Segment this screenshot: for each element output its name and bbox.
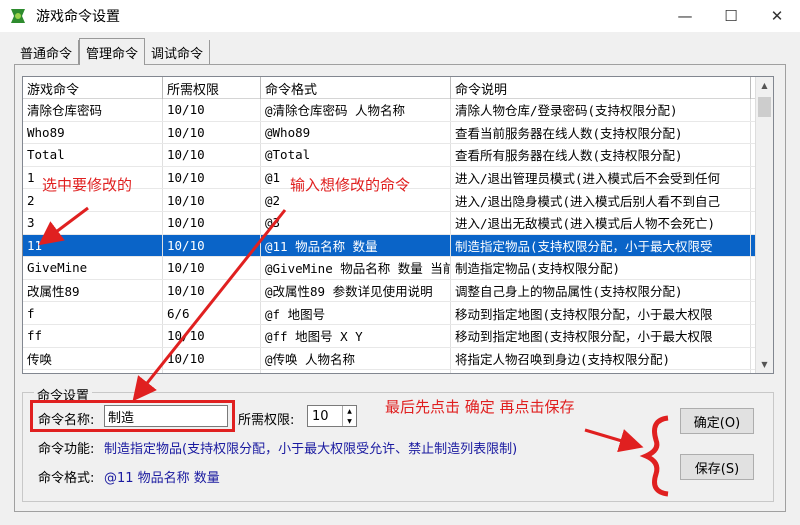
highlight-box: [30, 400, 235, 432]
table-cell: 3: [23, 211, 163, 234]
permission-stepper[interactable]: 10 ▲ ▼: [307, 405, 357, 427]
table-row[interactable]: 改属性89 10/10 @改属性89 参数详见使用说明 调整自己身上的物品属性(支持权…: [23, 279, 773, 303]
table-cell: 10/10: [163, 189, 261, 211]
table-cell: @Who89: [261, 121, 451, 144]
column-header-description[interactable]: 命令说明: [451, 77, 751, 99]
table-cell: 10/10: [163, 121, 261, 144]
table-cell: 10/10: [163, 370, 261, 373]
app-icon: [11, 9, 25, 23]
column-header-permission[interactable]: 所需权限: [163, 77, 261, 99]
window-title: 游戏命令设置: [36, 9, 120, 25]
table-cell: 跟踪指定人物(支持权限分配): [451, 370, 751, 373]
table-cell: 10/10: [163, 99, 261, 121]
function-value: 制造指定物品(支持权限分配，小于最大权限受允许、禁止制造列表限制): [104, 442, 518, 457]
table-cell: @改属性89 参数详见使用说明: [261, 279, 451, 302]
table-cell: @跟踪 人物名称: [261, 370, 451, 373]
table-cell: 传唤: [23, 347, 163, 370]
scroll-thumb[interactable]: [758, 97, 771, 117]
table-cell: 11: [23, 234, 163, 257]
ok-button[interactable]: 确定(O): [680, 408, 754, 434]
table-cell: 移动到指定地图(支持权限分配，小于最大权限: [451, 302, 751, 324]
table-cell: 10/10: [163, 279, 261, 302]
spin-down-icon[interactable]: ▼: [347, 418, 352, 425]
title-bar: 游戏命令设置 — ☐ ✕: [0, 0, 800, 32]
table-row[interactable]: 11 10/10 @11 物品名称 数量 制造指定物品(支持权限分配，小于最大权限受: [23, 234, 773, 258]
annotation-input: 输入想修改的命令: [290, 176, 411, 194]
table-row[interactable]: GiveMine 10/10 @GiveMine 物品名称 数量 当前 制造指定物品(…: [23, 257, 773, 280]
list-body: 清除仓库密码 10/10 @清除仓库密码 人物名称 清除人物仓库/登录密码(支持权限分…: [23, 99, 773, 373]
column-header-command[interactable]: 游戏命令: [23, 77, 163, 99]
table-cell: f: [23, 302, 163, 324]
table-cell: 制造指定物品(支持权限分配): [451, 257, 751, 279]
table-cell: 移动到指定地图(支持权限分配，小于最大权限: [451, 324, 751, 347]
table-cell: 清除仓库密码: [23, 99, 163, 121]
table-cell: 进入/退出隐身模式(进入模式后别人看不到自己: [451, 189, 751, 211]
spin-up-icon[interactable]: ▲: [347, 408, 352, 415]
table-cell: 查看当前服务器在线人数(支持权限分配): [451, 121, 751, 144]
vertical-scrollbar[interactable]: ▲ ▼: [755, 77, 773, 373]
table-cell: 10/10: [163, 257, 261, 279]
column-header-format[interactable]: 命令格式: [261, 77, 451, 99]
table-cell: 10/10: [163, 211, 261, 234]
table-cell: @传唤 人物名称: [261, 347, 451, 370]
format-label: 命令格式:: [38, 471, 95, 486]
minimize-button[interactable]: —: [662, 0, 708, 32]
table-cell: 进入/退出管理员模式(进入模式后不会受到任何: [451, 166, 751, 189]
table-row[interactable]: 3 10/10 @3 进入/退出无敌模式(进入模式后人物不会死亡): [23, 211, 773, 235]
table-cell: 制造指定物品(支持权限分配，小于最大权限受: [451, 234, 751, 257]
table-row[interactable]: Who89 10/10 @Who89 查看当前服务器在线人数(支持权限分配): [23, 121, 773, 145]
maximize-button[interactable]: ☐: [708, 0, 754, 32]
table-cell: 10/10: [163, 166, 261, 189]
table-cell: @清除仓库密码 人物名称: [261, 99, 451, 121]
format-value: @11 物品名称 数量: [104, 471, 220, 486]
table-cell: Who89: [23, 121, 163, 144]
permission-value: 10: [312, 408, 329, 424]
table-row[interactable]: 跟踪10/10@跟踪 人物名称跟踪指定人物(支持权限分配): [23, 370, 773, 373]
scroll-up-arrow-icon[interactable]: ▲: [756, 77, 773, 94]
table-cell: 10/10: [163, 347, 261, 370]
list-header: 游戏命令 所需权限 命令格式 命令说明: [23, 77, 773, 99]
table-cell: 查看所有服务器在线人数(支持权限分配): [451, 144, 751, 166]
table-cell: 10/10: [163, 324, 261, 347]
scroll-down-arrow-icon[interactable]: ▼: [756, 356, 773, 373]
table-cell: 将指定人物召唤到身边(支持权限分配): [451, 347, 751, 370]
table-cell: 10/10: [163, 234, 261, 257]
table-cell: @GiveMine 物品名称 数量 当前: [261, 257, 451, 279]
tab-debug-commands[interactable]: 调试命令: [145, 40, 211, 64]
command-list[interactable]: 游戏命令 所需权限 命令格式 命令说明 清除仓库密码 10/10 @清除仓库密码 人…: [22, 76, 774, 374]
table-row[interactable]: f 6/6 @f 地图号 移动到指定地图(支持权限分配，小于最大权限: [23, 302, 773, 325]
table-cell: GiveMine: [23, 257, 163, 279]
table-cell: 清除人物仓库/登录密码(支持权限分配): [451, 99, 751, 121]
save-button[interactable]: 保存(S): [680, 454, 754, 480]
table-cell: 调整自己身上的物品属性(支持权限分配): [451, 279, 751, 302]
tab-admin-commands[interactable]: 管理命令: [79, 38, 146, 65]
annotation-select: 选中要修改的: [42, 176, 133, 194]
table-cell: @ff 地图号 X Y: [261, 324, 451, 347]
table-cell: 跟踪: [23, 370, 163, 373]
table-cell: 进入/退出无敌模式(进入模式后人物不会死亡): [451, 211, 751, 234]
table-cell: 10/10: [163, 144, 261, 166]
table-cell: @3: [261, 211, 451, 234]
table-cell: ff: [23, 324, 163, 347]
table-row[interactable]: 传唤 10/10 @传唤 人物名称 将指定人物召唤到身边(支持权限分配): [23, 347, 773, 371]
table-cell: @f 地图号: [261, 302, 451, 324]
tab-normal-commands[interactable]: 普通命令: [14, 40, 80, 64]
table-row[interactable]: 清除仓库密码 10/10 @清除仓库密码 人物名称 清除人物仓库/登录密码(支持权限分…: [23, 99, 773, 122]
table-cell: 6/6: [163, 302, 261, 324]
table-cell: 改属性89: [23, 279, 163, 302]
close-button[interactable]: ✕: [754, 0, 800, 32]
table-row[interactable]: ff 10/10 @ff 地图号 X Y 移动到指定地图(支持权限分配，小于最大权限: [23, 324, 773, 348]
annotation-last-step: 最后先点击 确定 再点击保存: [385, 398, 575, 416]
permission-label: 所需权限:: [238, 413, 295, 428]
table-cell: Total: [23, 144, 163, 166]
table-cell: @11 物品名称 数量: [261, 234, 451, 257]
tab-strip: 普通命令 管理命令 调试命令: [14, 38, 211, 65]
table-cell: @Total: [261, 144, 451, 166]
table-row[interactable]: Total 10/10 @Total 查看所有服务器在线人数(支持权限分配): [23, 144, 773, 167]
function-label: 命令功能:: [38, 442, 95, 457]
